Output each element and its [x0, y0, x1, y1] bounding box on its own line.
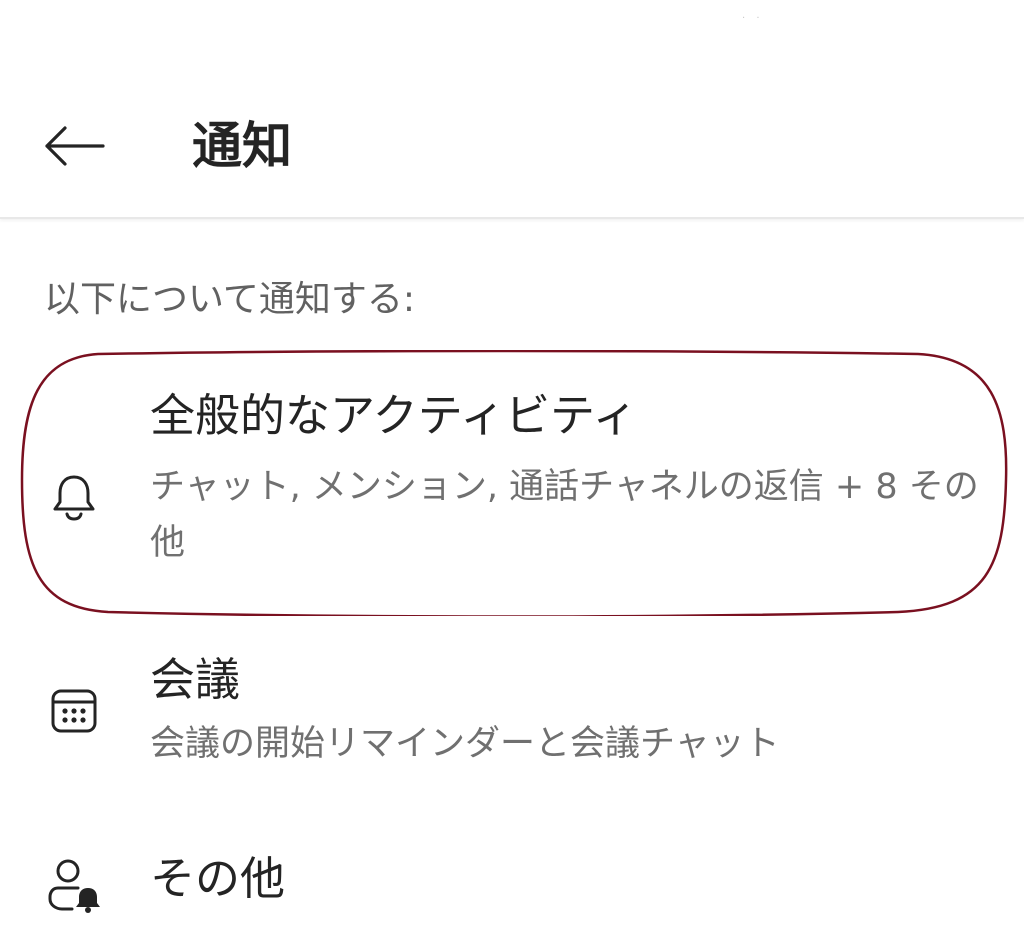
- item-title: 会議: [150, 653, 241, 706]
- item-title: 全般的なアクティビティ: [150, 389, 638, 442]
- section-label: 以下について通知する:: [44, 279, 416, 320]
- app-bar: 通知: [0, 70, 1024, 219]
- calendar-icon: [48, 684, 100, 736]
- arrow-left-icon: [45, 126, 105, 166]
- item-description: 会議の開始リマインダーと会議チャット: [150, 724, 780, 764]
- status-indicator: · ·: [742, 13, 764, 24]
- back-button[interactable]: [36, 108, 112, 184]
- bell-icon: [48, 471, 100, 523]
- item-title: その他: [150, 852, 286, 905]
- list-item-other[interactable]: その他: [0, 845, 1024, 948]
- notifications-screen: · · 通知 以下について通知する: 全般的なアクティビティ チャット, メンシ…: [0, 0, 1024, 948]
- page-title: 通知: [192, 117, 292, 175]
- list-item-meetings[interactable]: 会議 会議の開始リマインダーと会議チャット: [0, 640, 1024, 790]
- item-description: チャット, メンション, 通話チャネルの返信 + 8 その他: [150, 467, 979, 563]
- list-item-general-activity[interactable]: 全般的なアクティビティ チャット, メンション, 通話チャネルの返信 + 8 そ…: [0, 375, 1024, 600]
- person-bell-icon: [48, 859, 100, 913]
